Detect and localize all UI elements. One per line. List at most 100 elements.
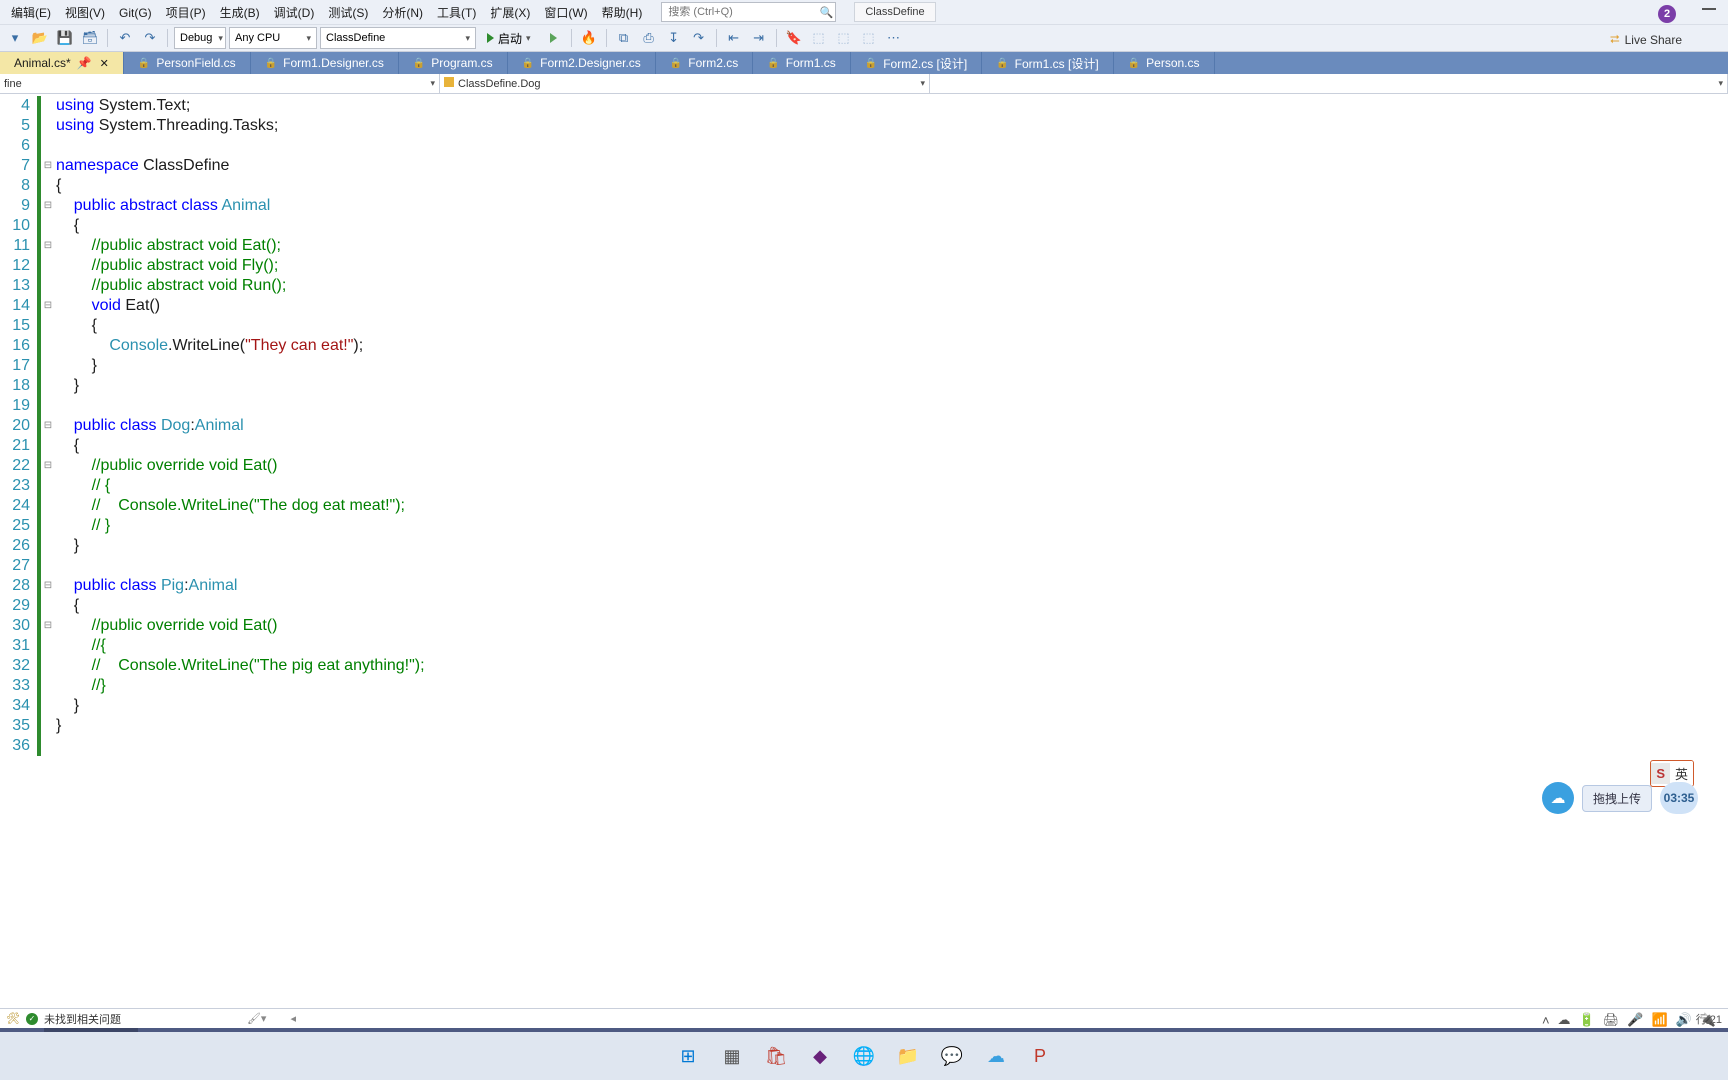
close-icon[interactable]: ✕	[100, 57, 109, 70]
wechat-icon[interactable]: 💬	[936, 1040, 968, 1072]
fold-toggle[interactable]: ⊟	[42, 296, 54, 316]
tab-Form2-Designer-cs[interactable]: 🔒Form2.Designer.cs	[508, 52, 656, 74]
screwdriver-icon[interactable]: 🛠	[6, 1012, 20, 1025]
caret-left-icon[interactable]: ◂	[290, 1012, 296, 1025]
bookmark-clear-icon[interactable]: ⬚	[858, 27, 880, 49]
search-input[interactable]	[662, 6, 817, 18]
brush-icon[interactable]: 🖌▾	[247, 1012, 267, 1025]
fold-toggle[interactable]: ⊟	[42, 416, 54, 436]
tab-Person-cs[interactable]: 🔒Person.cs	[1114, 52, 1215, 74]
bookmark-prev-icon[interactable]: ⬚	[808, 27, 830, 49]
start-debug-button[interactable]: 启动 ▾	[479, 27, 539, 49]
visual-studio-icon[interactable]: ◆	[804, 1040, 836, 1072]
tray-speaker-icon[interactable]: 🔊	[1676, 1012, 1692, 1028]
start-button[interactable]: ⊞	[672, 1040, 704, 1072]
fold-toggle	[42, 136, 54, 156]
nav-scope-combo[interactable]: fine	[0, 74, 440, 93]
indent-left-icon[interactable]: ⇤	[723, 27, 745, 49]
tray-battery-icon[interactable]: 🔋	[1579, 1012, 1595, 1028]
menu-窗口(W)[interactable]: 窗口(W)	[537, 4, 594, 22]
undo-icon[interactable]: ↶	[114, 27, 136, 49]
indent-right-icon[interactable]: ⇥	[748, 27, 770, 49]
ok-icon: ✓	[26, 1013, 38, 1025]
config-combo[interactable]: Debug	[174, 27, 226, 49]
menu-分析(N)[interactable]: 分析(N)	[375, 4, 430, 22]
tray-printer-icon[interactable]: 🖨	[1603, 1012, 1620, 1028]
tab-Form2-cs-[interactable]: 🔒Form2.cs [设计]	[851, 52, 982, 74]
bookmark-next-icon[interactable]: ⬚	[833, 27, 855, 49]
menu-编辑(E)[interactable]: 编辑(E)	[4, 4, 58, 22]
fold-toggle[interactable]: ⊟	[42, 576, 54, 596]
fold-toggle[interactable]: ⊟	[42, 236, 54, 256]
fold-toggle[interactable]: ⊟	[42, 156, 54, 176]
menu-测试(S)[interactable]: 测试(S)	[321, 4, 375, 22]
tray-cloud-icon[interactable]: ☁	[1558, 1012, 1571, 1028]
open-file-icon[interactable]: 📂	[29, 27, 51, 49]
tray-mic-icon[interactable]: 🎤	[1627, 1012, 1643, 1028]
edge-icon[interactable]: 🌐	[848, 1040, 880, 1072]
start-label: 启动	[498, 30, 522, 47]
solution-name[interactable]: ClassDefine	[854, 2, 935, 22]
cloud-icon[interactable]: ☁	[1542, 782, 1574, 814]
save-icon[interactable]: 💾	[54, 27, 76, 49]
play-icon	[487, 33, 494, 43]
tab-Form1-Designer-cs[interactable]: 🔒Form1.Designer.cs	[251, 52, 399, 74]
tray-wifi-icon[interactable]: 📶	[1651, 1012, 1667, 1028]
tray-up-icon[interactable]: ˄	[1542, 1013, 1550, 1028]
step-over-icon[interactable]: ↷	[688, 27, 710, 49]
error-indicator-bar[interactable]: 🛠 ✓ 未找到相关问题 🖌▾ ◂ 行:21	[0, 1008, 1728, 1028]
tab-Form1-cs[interactable]: 🔒Form1.cs	[753, 52, 850, 74]
menu-Git(G)[interactable]: Git(G)	[112, 4, 159, 22]
minimize-icon[interactable]	[1702, 8, 1716, 10]
tab-Animal-cs-[interactable]: Animal.cs*📌✕	[0, 52, 124, 74]
fold-toggle[interactable]: ⊟	[42, 196, 54, 216]
tab-Form1-cs-[interactable]: 🔒Form1.cs [设计]	[982, 52, 1113, 74]
redo-icon[interactable]: ↷	[139, 27, 161, 49]
toolbar-dropdown-glyph[interactable]: ▾	[4, 27, 26, 49]
menu-调试(D)[interactable]: 调试(D)	[267, 4, 322, 22]
menu-项目(P)[interactable]: 项目(P)	[159, 4, 213, 22]
platform-combo[interactable]: Any CPU	[229, 27, 317, 49]
start-without-debug-button[interactable]	[542, 27, 565, 49]
upload-label[interactable]: 拖拽上传	[1582, 785, 1652, 812]
tab-PersonField-cs[interactable]: 🔒PersonField.cs	[124, 52, 251, 74]
powerpoint-icon[interactable]: P	[1024, 1040, 1056, 1072]
menu-帮助(H)[interactable]: 帮助(H)	[595, 4, 650, 22]
search-icon[interactable]: 🔍	[817, 6, 835, 19]
taskview-icon[interactable]: ▦	[716, 1040, 748, 1072]
account-avatar[interactable]: 2	[1658, 5, 1676, 23]
fold-toggle	[42, 636, 54, 656]
overflow-icon[interactable]: ⋯	[883, 27, 905, 49]
code-editor[interactable]: 4567891011121314151617181920212223242526…	[0, 94, 1728, 1008]
bookmark-icon[interactable]: 🔖	[783, 27, 805, 49]
fold-toggle[interactable]: ⊟	[42, 456, 54, 476]
pin-icon[interactable]: 📌	[77, 56, 92, 70]
search-box[interactable]: 🔍	[661, 2, 836, 22]
nav-member-combo[interactable]	[930, 74, 1728, 93]
tab-Form2-cs[interactable]: 🔒Form2.cs	[656, 52, 753, 74]
code-surface[interactable]: using System.Text;using System.Threading…	[54, 94, 1728, 1008]
tray-power-icon[interactable]: 🔌	[1700, 1012, 1716, 1028]
tool-icon-2[interactable]: ⎙	[638, 27, 660, 49]
menu-生成(B)[interactable]: 生成(B)	[213, 4, 267, 22]
nav-type-combo[interactable]: ClassDefine.Dog	[440, 74, 930, 93]
liveshare-button[interactable]: ⮂ Live Share	[1610, 32, 1682, 47]
fold-toggle[interactable]: ⊟	[42, 616, 54, 636]
fold-toggle	[42, 436, 54, 456]
startup-project-combo[interactable]: ClassDefine	[320, 27, 476, 49]
menu-视图(V)[interactable]: 视图(V)	[58, 4, 112, 22]
menu-扩展(X)[interactable]: 扩展(X)	[483, 4, 537, 22]
fold-toggle	[42, 596, 54, 616]
hot-reload-icon[interactable]: 🔥	[578, 27, 600, 49]
step-into-icon[interactable]: ↧	[663, 27, 685, 49]
baidu-netdisk-icon[interactable]: ☁	[980, 1040, 1012, 1072]
explorer-icon[interactable]: 📁	[892, 1040, 924, 1072]
fold-toggle	[42, 656, 54, 676]
save-all-icon[interactable]: 🗃	[79, 27, 101, 49]
outlining-margin[interactable]: ⊟ ⊟ ⊟ ⊟ ⊟ ⊟ ⊟ ⊟	[42, 94, 54, 1008]
menu-工具(T)[interactable]: 工具(T)	[430, 4, 483, 22]
tool-icon-1[interactable]: ⧉	[613, 27, 635, 49]
system-tray[interactable]: ˄ ☁ 🔋 🖨 🎤 📶 🔊 🔌	[1536, 1008, 1722, 1032]
tab-Program-cs[interactable]: 🔒Program.cs	[399, 52, 508, 74]
store-icon[interactable]: 🛍	[760, 1040, 792, 1072]
